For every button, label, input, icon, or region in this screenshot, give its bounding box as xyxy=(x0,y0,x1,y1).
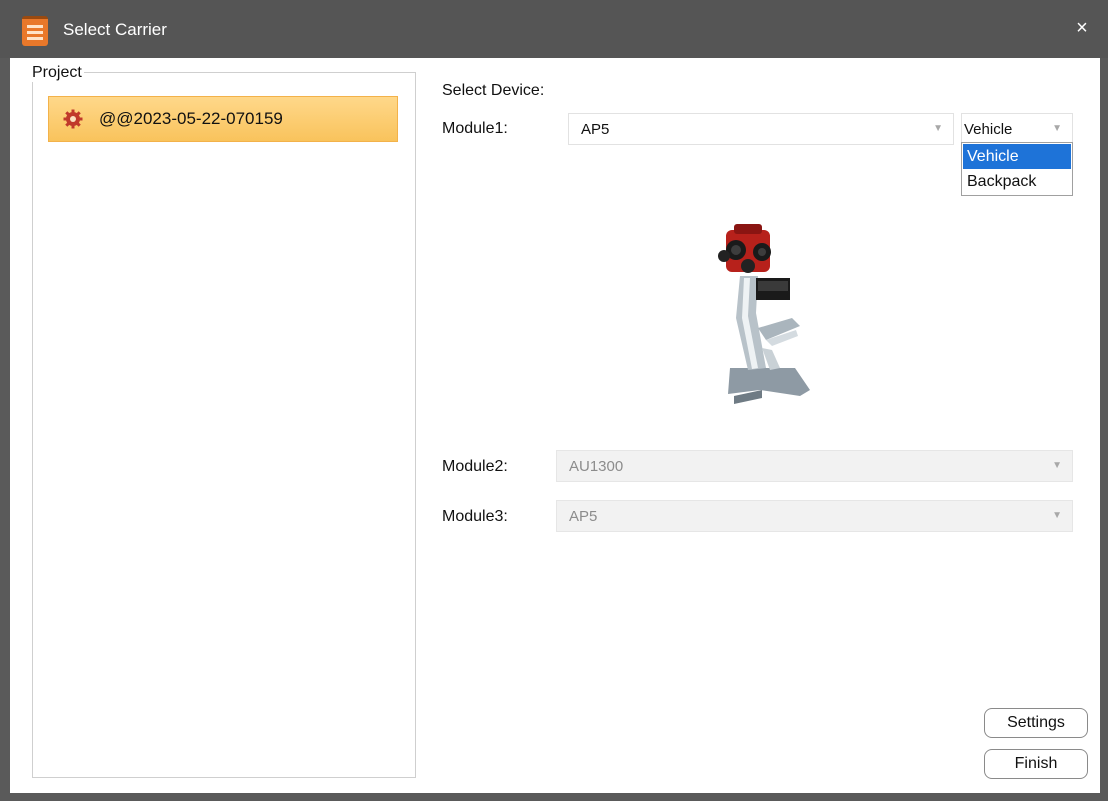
project-list-item[interactable]: @@2023-05-22-070159 xyxy=(48,96,398,142)
carrier-dropdown-list: Vehicle Backpack xyxy=(961,142,1073,196)
module3-label: Module3: xyxy=(442,508,508,525)
module1-value: AP5 xyxy=(581,121,610,138)
carrier-option-backpack[interactable]: Backpack xyxy=(963,169,1071,194)
finish-button[interactable]: Finish xyxy=(984,749,1088,779)
title-bar[interactable]: Select Carrier × xyxy=(0,0,1108,58)
select-device-label: Select Device: xyxy=(442,82,545,99)
settings-button[interactable]: Settings xyxy=(984,708,1088,738)
module2-value: AU1300 xyxy=(569,458,624,475)
dialog-body: Project @@2023-05-22-070159 Select Devic… xyxy=(10,58,1100,793)
module3-select[interactable]: AP5 ▼ xyxy=(556,500,1073,532)
select-carrier-window: Select Carrier × Project @@2023-05-22-07… xyxy=(0,0,1108,801)
close-icon[interactable]: × xyxy=(1070,16,1094,40)
scanner-device-image xyxy=(718,224,810,404)
module1-select[interactable]: AP5 ▼ xyxy=(568,113,954,145)
gear-icon xyxy=(63,109,83,129)
chevron-down-icon: ▼ xyxy=(1052,510,1062,521)
carrier-select[interactable]: Vehicle ▼ xyxy=(961,113,1073,145)
module1-label: Module1: xyxy=(442,120,508,137)
project-label: Project xyxy=(30,64,84,82)
carrier-value: Vehicle xyxy=(964,121,1013,138)
chevron-down-icon: ▼ xyxy=(933,123,943,134)
project-name: @@2023-05-22-070159 xyxy=(99,109,283,128)
project-panel xyxy=(32,72,416,778)
carrier-option-vehicle[interactable]: Vehicle xyxy=(963,144,1071,169)
app-icon xyxy=(22,16,48,46)
chevron-down-icon: ▼ xyxy=(1052,460,1062,471)
chevron-down-icon: ▼ xyxy=(1052,123,1062,134)
module2-select[interactable]: AU1300 ▼ xyxy=(556,450,1073,482)
window-title: Select Carrier xyxy=(63,20,167,39)
module3-value: AP5 xyxy=(569,508,598,525)
module2-label: Module2: xyxy=(442,458,508,475)
